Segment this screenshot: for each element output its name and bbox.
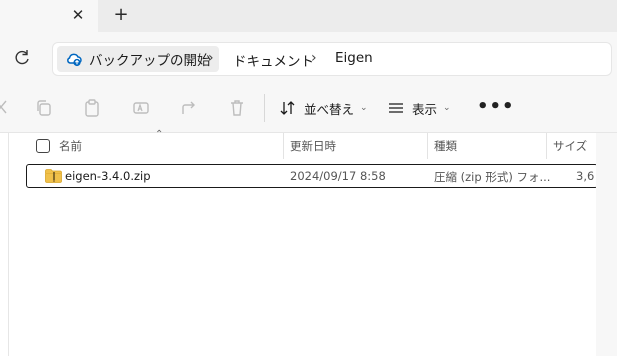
column-header-row: ⌃ 名前 更新日時 種類 サイズ — [9, 129, 597, 159]
select-all-checkbox[interactable] — [36, 139, 50, 153]
breadcrumb-documents[interactable]: ドキュメント — [233, 50, 314, 70]
share-icon[interactable] — [179, 98, 199, 118]
zip-folder-icon — [45, 169, 62, 183]
breadcrumb-separator-icon[interactable]: › — [208, 50, 214, 66]
column-divider[interactable] — [427, 133, 428, 159]
sort-button[interactable]: 並べ替え ⌄ — [280, 97, 368, 119]
tab-strip: ✕ + — [0, 0, 617, 32]
chevron-down-icon: ⌄ — [360, 103, 368, 113]
view-button[interactable]: 表示 ⌄ — [388, 97, 451, 119]
column-divider[interactable] — [546, 133, 547, 159]
column-header-size[interactable]: サイズ — [553, 138, 587, 154]
breadcrumb-eigen[interactable]: Eigen — [335, 50, 373, 66]
new-tab-icon[interactable]: + — [111, 5, 131, 25]
cut-icon[interactable] — [0, 98, 12, 118]
chevron-down-icon: ⌄ — [443, 103, 451, 113]
breadcrumb-backup[interactable]: バックアップの開始 — [57, 46, 219, 72]
column-divider[interactable] — [283, 133, 284, 159]
refresh-icon[interactable] — [12, 48, 32, 68]
delete-icon[interactable] — [227, 98, 247, 118]
file-size: 3,6 — [576, 169, 595, 183]
paste-icon[interactable] — [82, 98, 102, 118]
more-options-icon[interactable]: ••• — [477, 96, 515, 117]
address-bar[interactable]: バックアップの開始 › ドキュメント › Eigen — [52, 42, 612, 76]
column-header-type[interactable]: 種類 — [434, 138, 457, 154]
sort-ascending-icon: ⌃ — [155, 129, 164, 140]
list-view-icon — [389, 103, 403, 113]
file-modified: 2024/09/17 8:58 — [290, 169, 386, 183]
cloud-backup-icon — [67, 53, 82, 67]
command-bar: 並べ替え ⌄ 表示 ⌄ ••• — [0, 84, 617, 133]
copy-icon[interactable] — [34, 98, 54, 118]
table-row[interactable]: eigen-3.4.0.zip 2024/09/17 8:58 圧縮 (zip … — [26, 164, 598, 188]
file-type: 圧縮 (zip 形式) フォ... — [434, 170, 551, 184]
navigation-bar: バックアップの開始 › ドキュメント › Eigen — [0, 32, 617, 84]
file-name: eigen-3.4.0.zip — [65, 169, 151, 183]
file-list: ⌃ 名前 更新日時 種類 サイズ eigen-3.4.0.zip 2024/09… — [8, 129, 598, 356]
toolbar-divider — [264, 94, 265, 122]
view-label: 表示 — [412, 101, 438, 117]
breadcrumb-separator-icon[interactable]: › — [311, 50, 317, 66]
active-tab[interactable]: ✕ — [0, 0, 98, 32]
rename-icon[interactable] — [131, 98, 151, 118]
sort-icon — [280, 101, 295, 115]
breadcrumb-backup-label: バックアップの開始 — [89, 53, 211, 69]
close-tab-icon[interactable]: ✕ — [69, 6, 87, 24]
column-header-modified[interactable]: 更新日時 — [290, 138, 336, 154]
column-header-name[interactable]: 名前 — [59, 138, 82, 154]
sort-label: 並べ替え — [304, 101, 355, 117]
pane-edge — [596, 133, 617, 356]
